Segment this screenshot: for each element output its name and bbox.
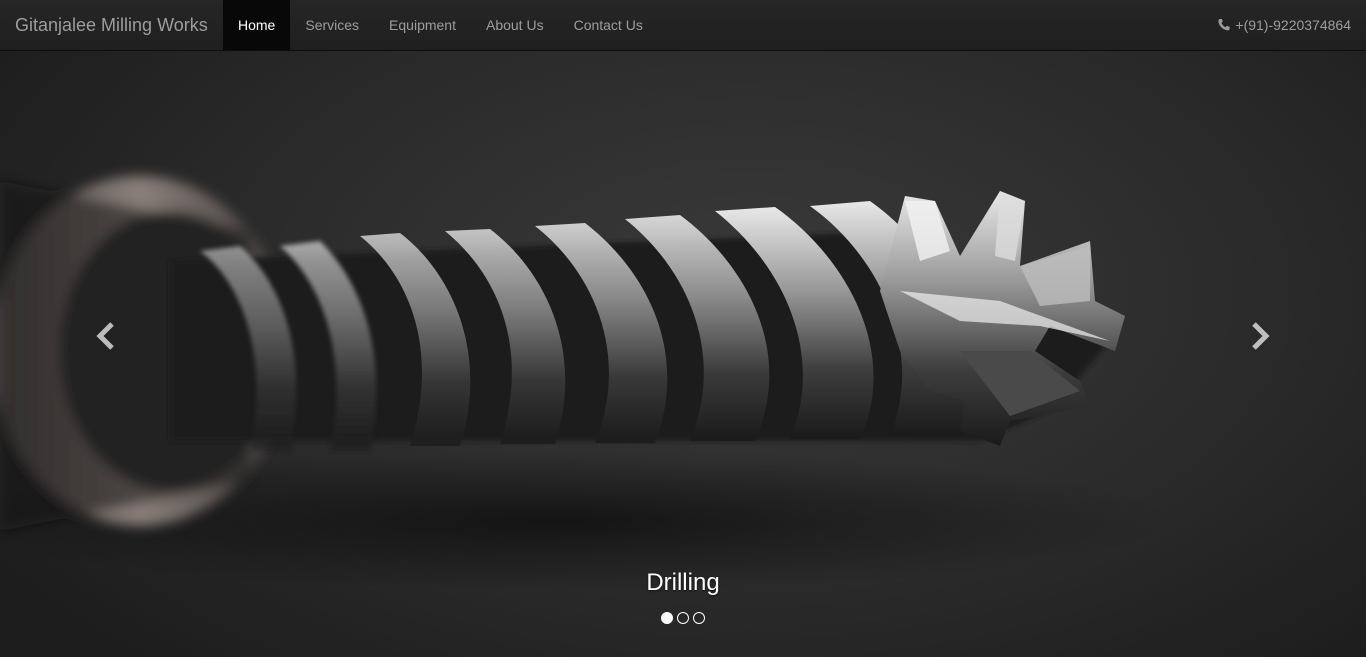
phone-contact[interactable]: +(91)-9220374864 — [1217, 0, 1351, 50]
chevron-left-icon — [96, 322, 114, 350]
phone-number: +(91)-9220374864 — [1235, 17, 1351, 33]
nav-item-home[interactable]: Home — [223, 0, 291, 50]
top-navbar: Gitanjalee Milling Works Home Services E… — [0, 0, 1366, 51]
carousel-indicator-1[interactable] — [661, 612, 673, 624]
nav-item-about-us[interactable]: About Us — [471, 0, 559, 50]
brand-link[interactable]: Gitanjalee Milling Works — [15, 0, 208, 50]
hero-carousel: Drilling — [0, 51, 1366, 657]
end-mill-drill-bit-image — [0, 176, 1180, 591]
slide-caption: Drilling — [646, 569, 720, 596]
carousel-indicator-3[interactable] — [693, 612, 705, 624]
nav-item-contact-us[interactable]: Contact Us — [559, 0, 658, 50]
nav-item-equipment[interactable]: Equipment — [374, 0, 471, 50]
carousel-indicator-2[interactable] — [677, 612, 689, 624]
main-nav: Home Services Equipment About Us Contact… — [223, 0, 658, 50]
nav-item-services[interactable]: Services — [290, 0, 374, 50]
phone-icon — [1218, 19, 1230, 31]
chevron-right-icon — [1252, 322, 1270, 350]
carousel-prev-button[interactable] — [86, 311, 126, 361]
carousel-next-button[interactable] — [1240, 311, 1280, 361]
carousel-indicators — [0, 612, 1366, 624]
